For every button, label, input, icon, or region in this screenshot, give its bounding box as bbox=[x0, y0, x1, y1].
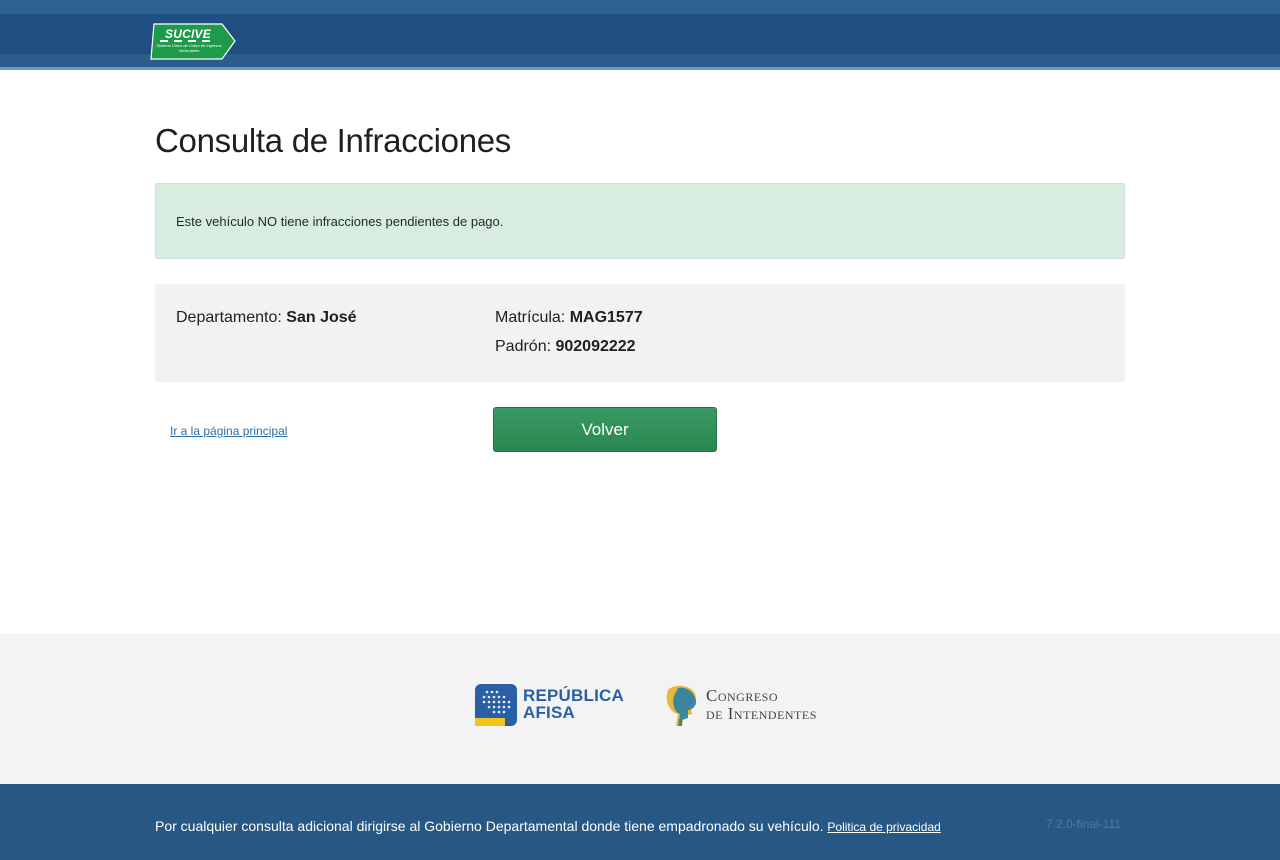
alert-message: Este vehículo NO tiene infracciones pend… bbox=[176, 214, 504, 229]
republica-afisa-icon bbox=[475, 684, 517, 726]
privacy-policy-link[interactable]: Politica de privacidad bbox=[827, 820, 940, 834]
logo-subtitle: Sistema Único de Cobro de Ingresos Vehic… bbox=[156, 43, 222, 53]
logo-dash bbox=[174, 40, 182, 42]
footer-message: Por cualquier consulta adicional dirigir… bbox=[155, 818, 941, 834]
padron-label: Padrón: bbox=[495, 338, 556, 355]
logo-dash bbox=[160, 40, 168, 42]
padron-field: Padrón: 902092222 bbox=[495, 338, 636, 356]
home-page-link[interactable]: Ir a la página principal bbox=[170, 424, 287, 438]
afisa-line: AFISA bbox=[523, 703, 575, 722]
success-alert: Este vehículo NO tiene infracciones pend… bbox=[155, 183, 1125, 259]
app-version: 7.2.0-final-111 bbox=[1046, 817, 1121, 831]
republica-afisa-logo: REPÚBLICA AFISA bbox=[475, 684, 627, 726]
congreso-intendentes-logo: Congreso de Intendentes bbox=[664, 684, 844, 726]
footer-text: Por cualquier consulta adicional dirigir… bbox=[155, 818, 828, 834]
back-button[interactable]: Volver bbox=[493, 407, 717, 452]
matricula-value: MAG1577 bbox=[569, 309, 643, 326]
vehicle-info-panel: Departamento: San José Matrícula: MAG157… bbox=[155, 284, 1125, 382]
logo-title: SUCIVE bbox=[165, 27, 211, 41]
republica-line: REPÚBLICA bbox=[523, 686, 624, 705]
republica-afisa-wordmark: REPÚBLICA AFISA bbox=[523, 687, 624, 721]
congreso-intendentes-icon bbox=[666, 685, 697, 726]
logo-dash bbox=[202, 40, 210, 42]
departamento-field: Departamento: San José bbox=[176, 309, 357, 327]
matricula-field: Matrícula: MAG1577 bbox=[495, 309, 643, 327]
departamento-label: Departamento: bbox=[176, 309, 287, 326]
sucive-logo[interactable]: SUCIVE Sistema Único de Cobro de Ingreso… bbox=[150, 23, 236, 60]
intendentes-line: de Intendentes bbox=[706, 704, 817, 723]
congreso-intendentes-wordmark: Congreso de Intendentes bbox=[706, 687, 817, 723]
padron-value: 902092222 bbox=[555, 338, 636, 355]
congreso-line: Congreso bbox=[706, 686, 779, 705]
matricula-label: Matrícula: bbox=[495, 309, 570, 326]
departamento-value: San José bbox=[286, 309, 357, 326]
page-title: Consulta de Infracciones bbox=[155, 122, 512, 159]
site-header: SUCIVE Sistema Único de Cobro de Ingreso… bbox=[0, 0, 1280, 70]
logo-dash bbox=[188, 40, 196, 42]
site-footer: Por cualquier consulta adicional dirigir… bbox=[0, 784, 1280, 860]
partner-logos-band: REPÚBLICA AFISA Congreso de Intendentes bbox=[0, 634, 1280, 784]
